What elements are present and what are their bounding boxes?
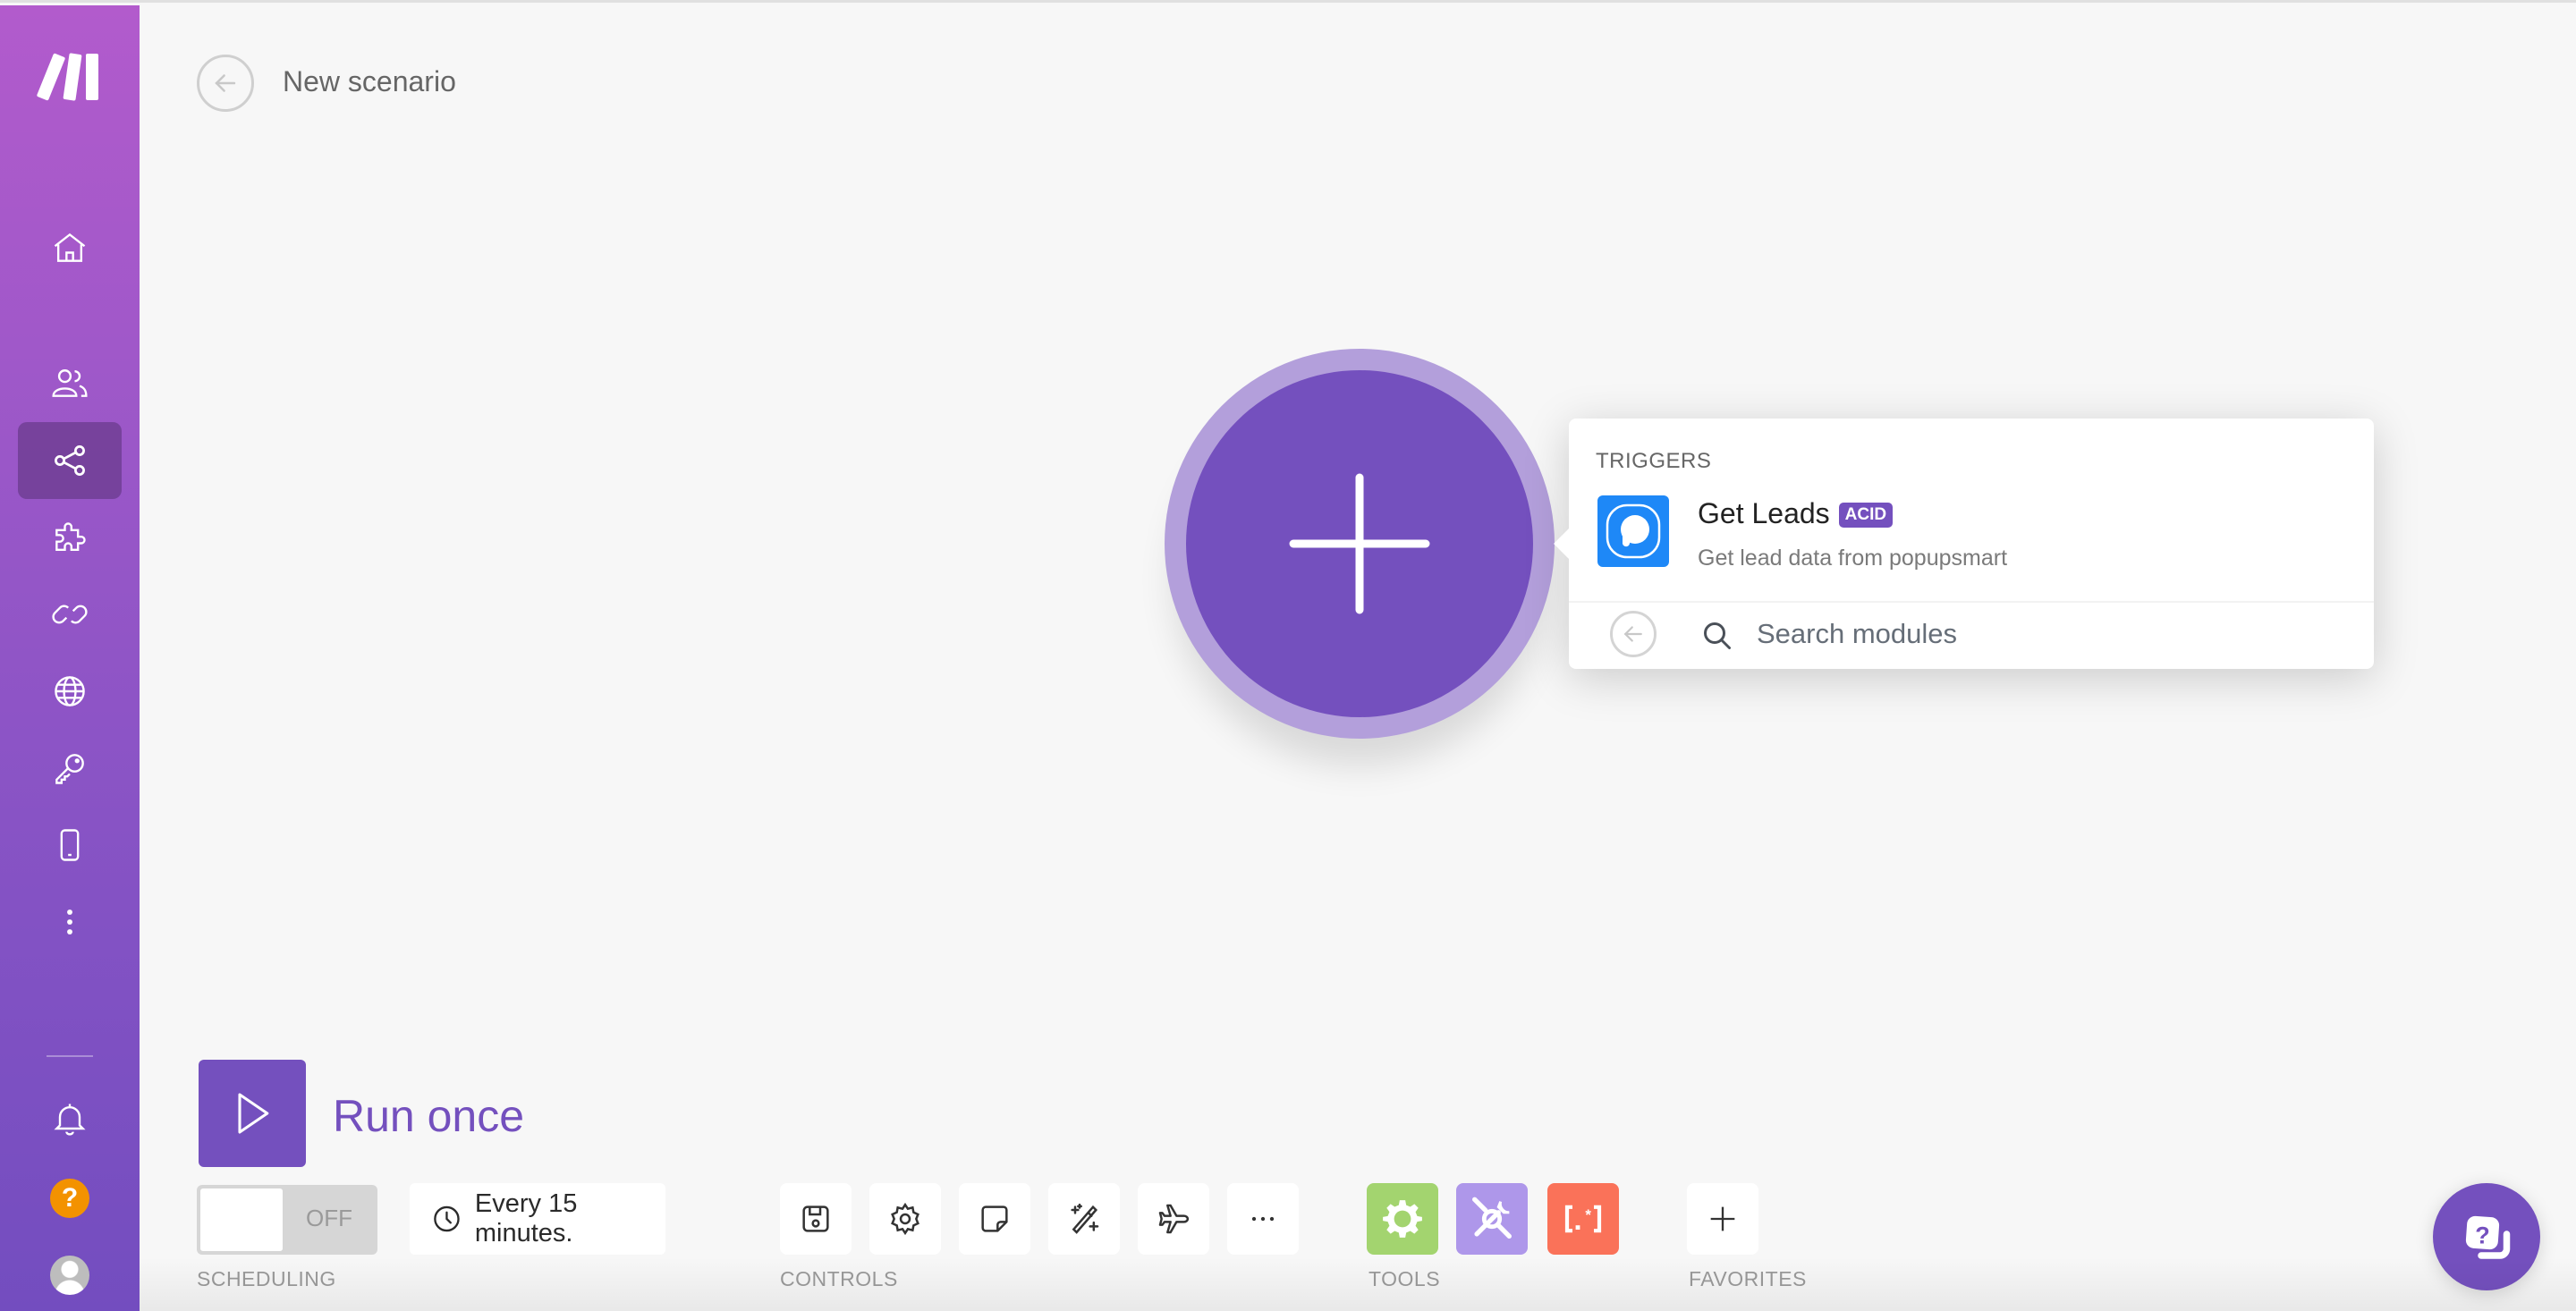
sidebar-item-more[interactable] [18, 884, 122, 960]
popupsmart-icon [1597, 495, 1669, 567]
sidebar-item-connections[interactable] [18, 576, 122, 653]
help-chat-button[interactable]: ? [2433, 1183, 2540, 1290]
gear-icon [1383, 1200, 1422, 1238]
magic-wand-icon [1071, 1203, 1099, 1234]
run-once-button[interactable] [199, 1060, 306, 1167]
section-title: TRIGGERS [1596, 449, 1712, 473]
sidebar-item-scenarios[interactable] [18, 422, 122, 499]
favorites-label: FAVORITES [1689, 1267, 1807, 1290]
notes-icon [981, 1205, 1008, 1232]
arrow-left-icon [215, 74, 236, 92]
sidebar: ? [0, 5, 140, 1311]
sidebar-divider [47, 1055, 93, 1057]
controls-label: CONTROLS [780, 1267, 898, 1290]
schedule-interval-button[interactable]: Every 15 minutes. [410, 1183, 665, 1255]
sidebar-item-devices[interactable] [18, 807, 122, 884]
share-icon [55, 445, 85, 476]
toggle-state: OFF [306, 1205, 352, 1231]
back-button[interactable] [197, 55, 254, 112]
popup-back-button[interactable] [1610, 611, 1657, 657]
run-once-label[interactable]: Run once [333, 1090, 524, 1142]
link-icon [52, 605, 88, 624]
settings-button[interactable] [869, 1183, 941, 1255]
phone-icon [60, 829, 80, 861]
save-icon [802, 1205, 829, 1232]
module-name: Get Leads ACID [1698, 497, 1894, 530]
help-chat-icon: ? [2465, 1215, 2511, 1259]
schedule-interval: Every 15 minutes. [474, 1189, 578, 1248]
more-controls-button[interactable] [1227, 1183, 1299, 1255]
settings-icon [891, 1202, 919, 1236]
home-icon [54, 233, 86, 262]
text-parser-button[interactable]: * [1547, 1183, 1619, 1255]
svg-text:?: ? [2475, 1222, 2490, 1249]
user-avatar[interactable] [50, 1256, 89, 1295]
flow-control-button[interactable] [1367, 1183, 1438, 1255]
clock-icon [434, 1205, 460, 1232]
explain-flow-button[interactable] [1138, 1183, 1209, 1255]
help-button[interactable]: ? [50, 1179, 89, 1218]
sidebar-item-home[interactable] [18, 209, 122, 286]
tools-label: TOOLS [1368, 1267, 1441, 1290]
make-logo-icon[interactable] [34, 50, 106, 104]
page-title: New scenario [283, 65, 456, 97]
sidebar-item-webhooks[interactable] [18, 653, 122, 730]
acid-badge: ACID [1838, 503, 1894, 528]
regex-icon: * [1564, 1205, 1602, 1233]
search-modules-input[interactable] [1757, 613, 2329, 655]
bottom-shade [140, 1257, 2576, 1311]
bell-icon [54, 1104, 86, 1136]
notes-button[interactable] [959, 1183, 1030, 1255]
airplane-icon [1158, 1204, 1190, 1234]
play-icon [238, 1093, 269, 1134]
globe-icon [55, 676, 85, 706]
sidebar-item-apps[interactable] [18, 500, 122, 577]
sidebar-item-team[interactable] [18, 344, 122, 421]
svg-text:*: * [1585, 1206, 1591, 1223]
module-picker: TRIGGERS Get Leads ACID Get lead data fro… [1554, 419, 2374, 669]
module-title: Get Leads [1698, 497, 1830, 529]
sidebar-item-notifications[interactable] [18, 1080, 122, 1157]
module-item[interactable]: Get Leads ACID Get lead data from popupsm… [1569, 490, 2374, 597]
puzzle-icon [55, 522, 86, 552]
plus-icon [1710, 1206, 1735, 1231]
wrench-screwdriver-icon [1472, 1197, 1512, 1239]
users-icon [52, 369, 88, 397]
more-vertical-icon [67, 909, 72, 935]
sidebar-item-keys[interactable] [18, 730, 122, 807]
key-icon [55, 754, 84, 784]
toggle-knob [200, 1188, 283, 1251]
search-icon [1701, 620, 1733, 652]
save-button[interactable] [780, 1183, 852, 1255]
auto-align-button[interactable] [1048, 1183, 1120, 1255]
add-favorite-button[interactable] [1687, 1183, 1758, 1255]
add-module-node[interactable] [1186, 370, 1533, 717]
scheduling-toggle[interactable]: OFF [197, 1185, 377, 1255]
tools-button[interactable] [1456, 1183, 1528, 1255]
popup-divider [1569, 601, 2374, 603]
scheduling-label: SCHEDULING [197, 1267, 336, 1290]
plus-icon [1289, 473, 1430, 614]
module-description: Get lead data from popupsmart [1698, 546, 2008, 571]
help-icon: ? [61, 1183, 79, 1213]
arrow-left-icon [1623, 626, 1642, 642]
more-horizontal-icon [1251, 1216, 1275, 1222]
